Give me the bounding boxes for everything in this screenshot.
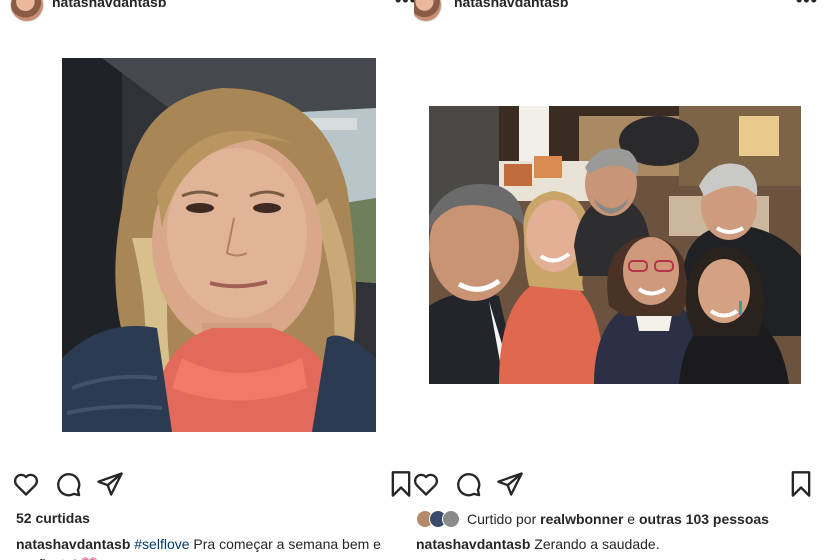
action-bar (414, 470, 828, 500)
comment-icon[interactable] (54, 470, 82, 498)
post-left: natashavdantasb ••• (0, 0, 414, 560)
caption-username[interactable]: natashavdantasb (416, 536, 530, 552)
liked-others-link[interactable]: outras 103 pessoas (639, 511, 769, 527)
caption-text: Zerando a saudade. (534, 536, 660, 552)
post-header: natashavdantasb ••• (0, 0, 414, 22)
action-bar (0, 470, 414, 500)
username[interactable]: natashavdantasb (454, 0, 568, 10)
hashtag-link[interactable]: #selflove (134, 536, 189, 552)
liked-prefix: Curtido por (467, 511, 537, 527)
more-options-icon[interactable]: ••• (796, 0, 818, 11)
heart-emoji: 💗 (81, 556, 98, 560)
avatar[interactable] (10, 0, 44, 22)
share-icon[interactable] (496, 470, 524, 498)
liked-by-row: Curtido por realwbonner e outras 103 pes… (416, 510, 769, 528)
liker-avatar (442, 510, 460, 528)
share-icon[interactable] (96, 470, 124, 498)
avatar[interactable] (414, 0, 442, 22)
post-photo[interactable] (429, 106, 801, 384)
post-photo[interactable] (62, 58, 376, 432)
more-options-icon[interactable]: ••• (395, 0, 414, 11)
liked-user-link[interactable]: realwbonner (540, 511, 623, 527)
like-count[interactable]: 52 curtidas (16, 510, 90, 526)
caption: natashavdantasb Zerando a saudade. (416, 534, 821, 554)
liked-by-text[interactable]: Curtido por realwbonner e outras 103 pes… (467, 511, 769, 527)
caption-username[interactable]: natashavdantasb (16, 536, 130, 552)
comment-icon[interactable] (454, 470, 482, 498)
bookmark-icon[interactable] (787, 470, 815, 498)
username[interactable]: natashavdantasb (52, 0, 166, 10)
liked-middle: e (627, 511, 636, 527)
heart-icon[interactable] (414, 470, 440, 498)
caption: natashavdantasb #selflove Pra começar a … (16, 534, 406, 560)
post-right: natashavdantasb ••• Curtido por realwbon… (414, 0, 828, 560)
bookmark-icon[interactable] (387, 470, 414, 498)
post-header: natashavdantasb ••• (414, 0, 828, 22)
heart-icon[interactable] (12, 470, 40, 498)
